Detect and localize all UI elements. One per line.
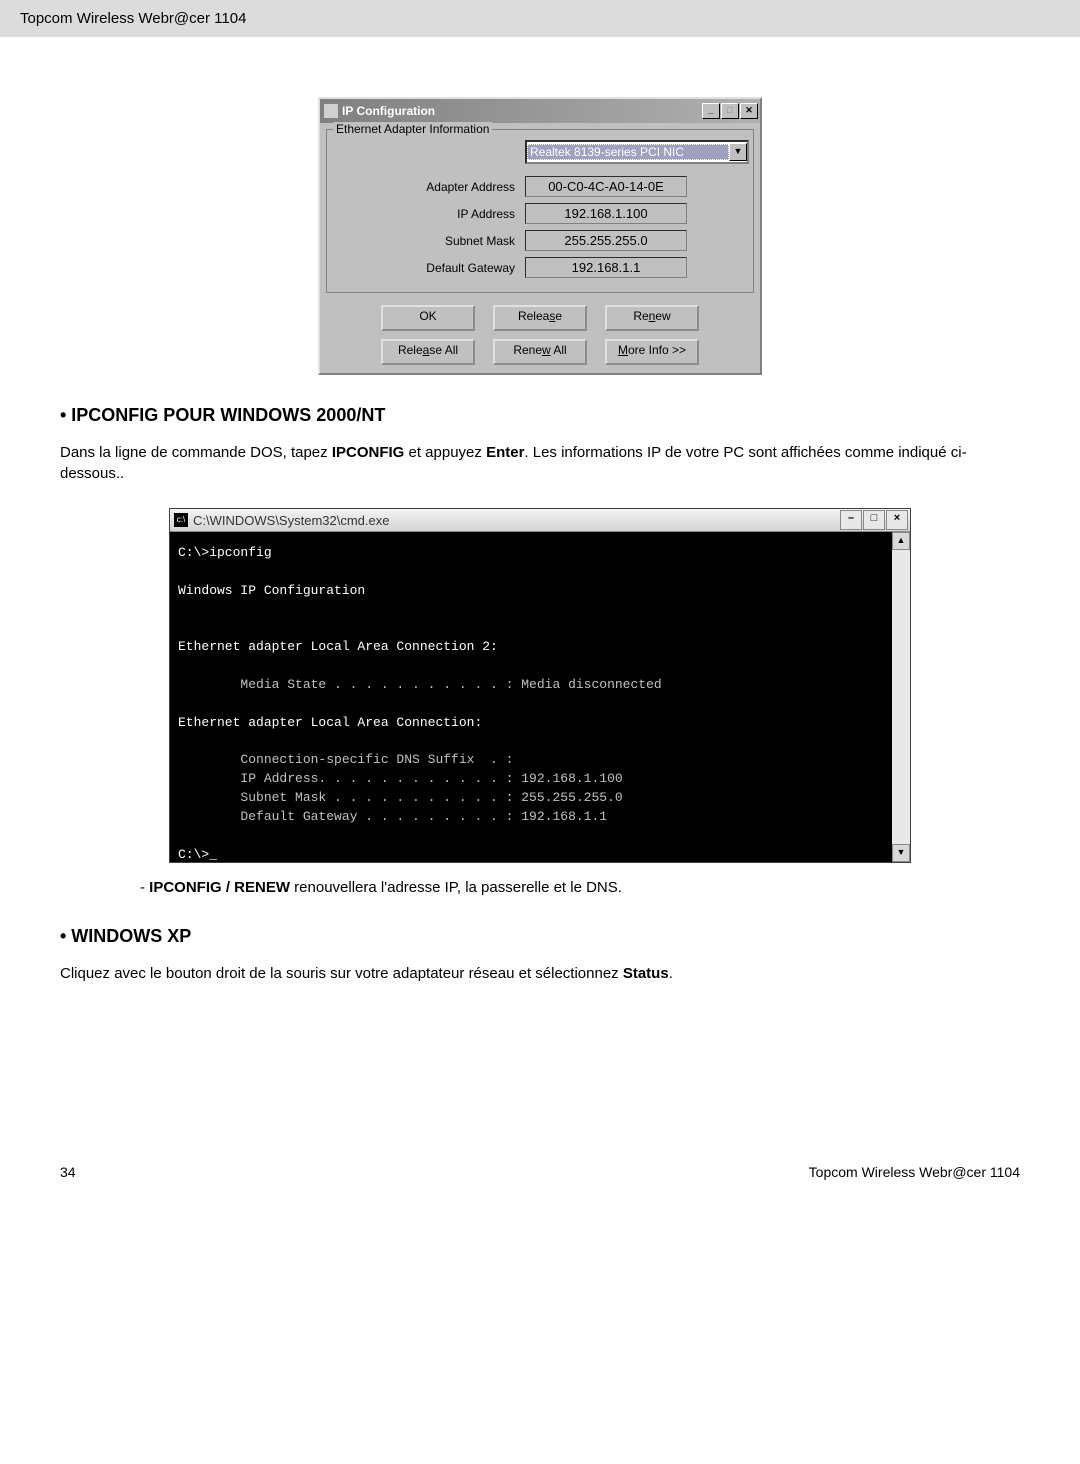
cmd-window: c:\ C:\WINDOWS\System32\cmd.exe – □ × C:… xyxy=(169,508,911,863)
cmd-titlebar: c:\ C:\WINDOWS\System32\cmd.exe – □ × xyxy=(170,509,910,532)
cmd-line-5: Ethernet adapter Local Area Connection: xyxy=(178,715,482,730)
para2-prefix: Cliquez avec le bouton droit de la souri… xyxy=(60,965,623,982)
row-adapter-address: Adapter Address 00-C0-4C-A0-14-0E xyxy=(335,176,745,197)
para-ipconfig-2000: Dans la ligne de commande DOS, tapez IPC… xyxy=(60,442,1020,484)
sub-bullet-bold: IPCONFIG / RENEW xyxy=(149,879,290,896)
heading-ipconfig-2000: • IPCONFIG POUR WINDOWS 2000/NT xyxy=(60,405,1020,426)
para-windows-xp: Cliquez avec le bouton droit de la souri… xyxy=(60,963,1020,984)
release-button[interactable]: Release xyxy=(493,305,587,331)
cmd-line-1: C:\>ipconfig xyxy=(178,545,272,560)
cmd-scrollbar[interactable]: ▲ ▼ xyxy=(892,532,910,862)
para1-prefix: Dans la ligne de commande DOS, tapez xyxy=(60,444,332,461)
adapter-select[interactable]: Realtek 8139-series PCI NIC ▼ xyxy=(525,140,745,164)
cmd-line-7: IP Address. . . . . . . . . . . . : 192.… xyxy=(178,771,623,786)
minimize-button[interactable]: _ xyxy=(702,103,720,119)
scroll-track[interactable] xyxy=(892,550,910,844)
button-row-2: Release All Renew All More Info >> xyxy=(320,333,760,373)
para1-ipconfig-bold: IPCONFIG xyxy=(332,444,405,461)
adapter-select-value: Realtek 8139-series PCI NIC xyxy=(527,144,729,160)
scroll-up-button[interactable]: ▲ xyxy=(892,532,910,550)
label-default-gateway: Default Gateway xyxy=(335,261,525,275)
page-number: 34 xyxy=(60,1164,76,1180)
para1-mid: et appuyez xyxy=(404,444,486,461)
para1-enter-bold: Enter xyxy=(486,444,524,461)
cmd-line-4: Media State . . . . . . . . . . . : Medi… xyxy=(178,677,662,692)
cmd-line-8: Subnet Mask . . . . . . . . . . . : 255.… xyxy=(178,790,623,805)
fieldset-legend: Ethernet Adapter Information xyxy=(333,122,492,136)
scroll-down-button[interactable]: ▼ xyxy=(892,844,910,862)
ipconfig-renew-note: - IPCONFIG / RENEW renouvellera l'adress… xyxy=(140,879,1020,896)
label-adapter-address: Adapter Address xyxy=(335,180,525,194)
ipconfig-dialog: IP Configuration _ □ ✕ Ethernet Adapter … xyxy=(318,97,762,375)
release-all-button[interactable]: Release All xyxy=(381,339,475,365)
cmd-line-6: Connection-specific DNS Suffix . : xyxy=(178,752,513,767)
dialog-titlebar: IP Configuration _ □ ✕ xyxy=(320,99,760,123)
cmd-title: C:\WINDOWS\System32\cmd.exe xyxy=(193,513,839,528)
label-subnet-mask: Subnet Mask xyxy=(335,234,525,248)
value-subnet-mask: 255.255.255.0 xyxy=(525,230,687,251)
close-button[interactable]: ✕ xyxy=(740,103,758,119)
cmd-line-2: Windows IP Configuration xyxy=(178,583,365,598)
dialog-title: IP Configuration xyxy=(342,104,701,118)
cmd-line-9: Default Gateway . . . . . . . . . : 192.… xyxy=(178,809,607,824)
header-text: Topcom Wireless Webr@cer 1104 xyxy=(20,10,246,27)
row-ip-address: IP Address 192.168.1.100 xyxy=(335,203,745,224)
dropdown-arrow-icon[interactable]: ▼ xyxy=(729,143,747,161)
cmd-maximize-button[interactable]: □ xyxy=(863,510,885,530)
renew-button[interactable]: Renew xyxy=(605,305,699,331)
para2-bold: Status xyxy=(623,965,669,982)
cmd-close-button[interactable]: × xyxy=(886,510,908,530)
row-subnet-mask: Subnet Mask 255.255.255.0 xyxy=(335,230,745,251)
value-adapter-address: 00-C0-4C-A0-14-0E xyxy=(525,176,687,197)
para2-suffix: . xyxy=(669,965,673,982)
label-ip-address: IP Address xyxy=(335,207,525,221)
cmd-output: C:\>ipconfig Windows IP Configuration Et… xyxy=(170,532,892,862)
cmd-line-3: Ethernet adapter Local Area Connection 2… xyxy=(178,639,498,654)
value-ip-address: 192.168.1.100 xyxy=(525,203,687,224)
maximize-button[interactable]: □ xyxy=(721,103,739,119)
ok-button[interactable]: OK xyxy=(381,305,475,331)
cmd-line-10: C:\>_ xyxy=(178,847,217,862)
dialog-icon xyxy=(324,104,338,118)
adapter-fieldset: Ethernet Adapter Information Realtek 813… xyxy=(326,129,754,293)
page-header: Topcom Wireless Webr@cer 1104 xyxy=(0,0,1080,37)
page-footer: 34 Topcom Wireless Webr@cer 1104 xyxy=(0,994,1080,1210)
heading-windows-xp: • WINDOWS XP xyxy=(60,926,1020,947)
renew-all-button[interactable]: Renew All xyxy=(493,339,587,365)
value-default-gateway: 192.168.1.1 xyxy=(525,257,687,278)
footer-right: Topcom Wireless Webr@cer 1104 xyxy=(809,1164,1020,1180)
sub-bullet-rest: renouvellera l'adresse IP, la passerelle… xyxy=(290,879,622,896)
button-row-1: OK Release Renew xyxy=(320,299,760,333)
cmd-minimize-button[interactable]: – xyxy=(840,510,862,530)
more-info-button[interactable]: More Info >> xyxy=(605,339,699,365)
row-default-gateway: Default Gateway 192.168.1.1 xyxy=(335,257,745,278)
cmd-icon: c:\ xyxy=(174,513,188,527)
sub-bullet-prefix: - xyxy=(140,879,149,896)
